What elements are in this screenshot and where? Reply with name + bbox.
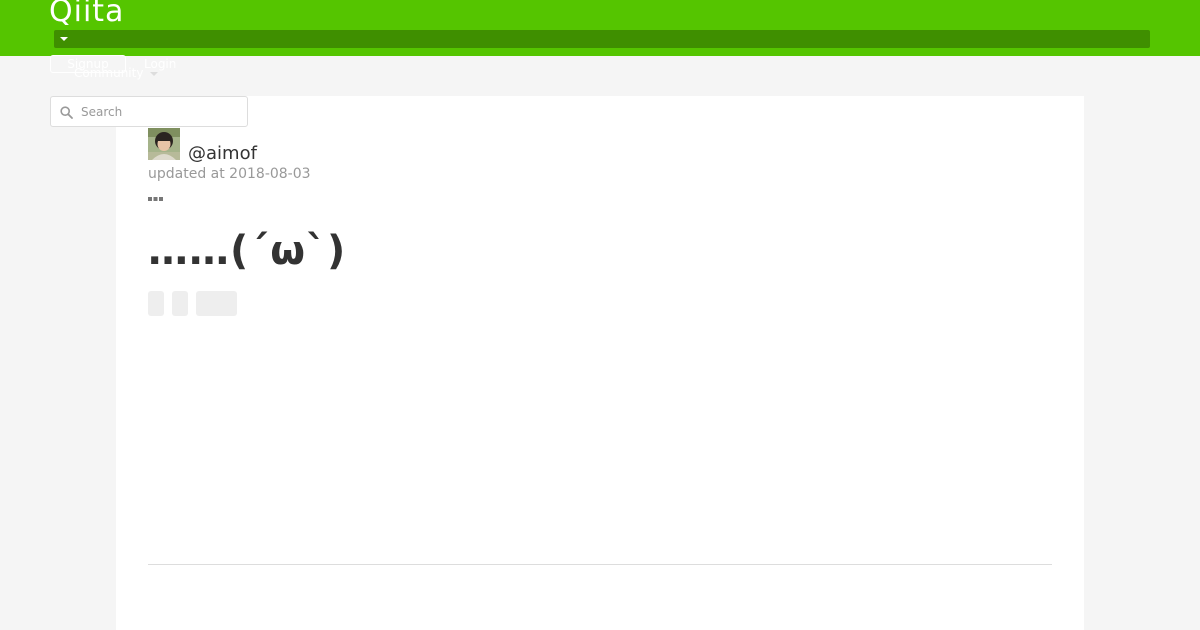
nav-bar[interactable] (54, 30, 1150, 48)
article-title: ……(´ω`) (148, 228, 347, 274)
search-box[interactable] (50, 96, 248, 127)
search-input[interactable] (81, 101, 241, 123)
avatar[interactable] (148, 128, 180, 160)
community-menu[interactable]: Community (74, 66, 143, 80)
login-link[interactable]: Login (144, 57, 176, 71)
tag[interactable] (148, 291, 164, 316)
site-header: Qiita (0, 0, 1200, 56)
more-options-icon[interactable] (148, 187, 164, 201)
chevron-down-icon[interactable] (150, 72, 158, 76)
divider (148, 564, 1052, 565)
author-name[interactable]: @aimof (188, 143, 257, 165)
search-icon (60, 106, 73, 119)
qiita-logo[interactable]: Qiita (49, 0, 124, 29)
article-card: @aimof updated at 2018-08-03 ……(´ω`) (116, 96, 1084, 630)
tag[interactable] (172, 291, 188, 316)
updated-date: updated at 2018-08-03 (148, 166, 311, 182)
tag[interactable] (196, 291, 237, 316)
caret-down-icon[interactable] (60, 37, 68, 41)
